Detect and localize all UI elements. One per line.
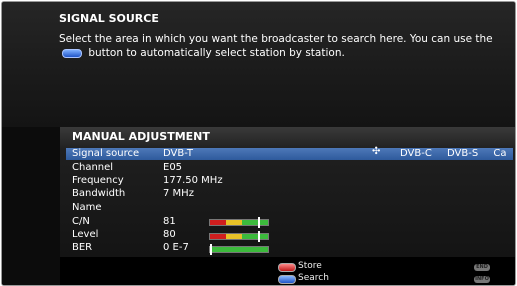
level-meter — [209, 231, 269, 242]
row-label: Name — [72, 202, 102, 213]
store-label: Store — [298, 261, 322, 271]
help-text-prefix: Select the area in which you want the br… — [59, 33, 493, 45]
blue-button-icon — [62, 48, 82, 58]
end-key-icon[interactable]: END — [474, 264, 490, 271]
row-label: Frequency — [72, 175, 124, 186]
row-label: Signal source — [72, 148, 140, 159]
red-key-icon[interactable] — [278, 263, 296, 272]
section-title: SIGNAL SOURCE — [59, 12, 159, 25]
menu-title: MANUAL ADJUSTMENT — [72, 130, 210, 143]
row-label: Bandwidth — [72, 188, 126, 199]
meter-marker — [258, 217, 260, 228]
search-label: Search — [298, 273, 329, 283]
row-value: 80 — [163, 229, 176, 240]
ber-meter — [209, 244, 269, 255]
row-value: 177.50 MHz — [163, 175, 223, 186]
row-label: Channel — [72, 162, 114, 173]
signal-source-options: DVB-C DVB-S Ca — [400, 148, 517, 160]
row-label: C/N — [72, 216, 90, 227]
help-text-suffix: button to automatically select station b… — [88, 47, 345, 59]
row-value: DVB-T — [163, 148, 194, 159]
row-value: 0 E-7 — [163, 242, 189, 253]
option-cable[interactable]: Ca — [493, 148, 506, 159]
row-value: 81 — [163, 216, 176, 227]
cn-meter — [209, 217, 269, 228]
row-label: Level — [72, 229, 99, 240]
help-text: Select the area in which you want the br… — [59, 32, 504, 60]
option-dvb-s[interactable]: DVB-S — [447, 148, 478, 159]
blue-key-icon[interactable] — [278, 275, 296, 284]
info-key-icon[interactable]: INFO — [474, 276, 490, 283]
meter-marker — [258, 231, 260, 242]
left-right-arrows-icon[interactable]: ✣ — [372, 146, 380, 157]
meter-marker — [210, 244, 212, 255]
row-value: E05 — [163, 162, 183, 173]
option-dvb-c[interactable]: DVB-C — [400, 148, 432, 159]
row-value: 7 MHz — [163, 188, 194, 199]
left-border — [2, 127, 60, 285]
row-label: BER — [72, 242, 93, 253]
